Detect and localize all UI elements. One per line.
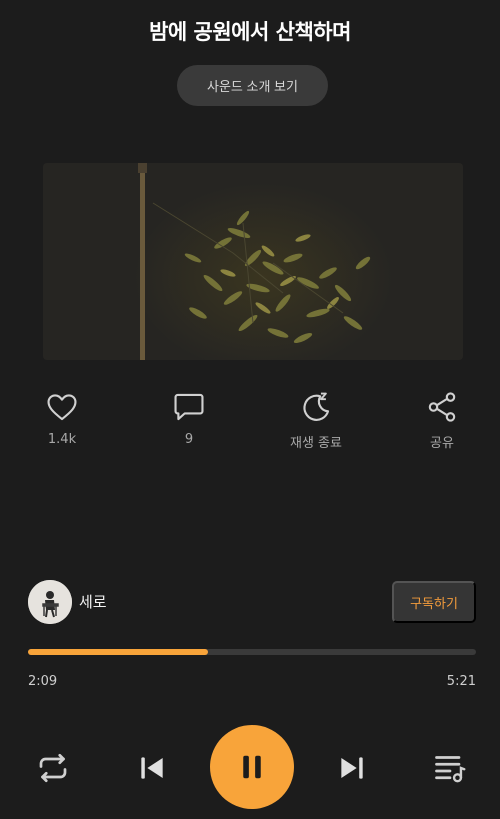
repeat-button[interactable]	[34, 750, 72, 786]
comment-action[interactable]: 9	[144, 390, 234, 447]
skip-previous-icon	[141, 757, 163, 779]
artist-avatar[interactable]	[28, 580, 72, 624]
artist-avatar-image	[28, 580, 72, 624]
sleep-timer-label: 재생 종료	[290, 436, 342, 451]
share-action[interactable]: 공유	[397, 390, 487, 451]
progress-fill	[28, 649, 209, 655]
previous-button[interactable]	[134, 750, 170, 786]
share-label: 공유	[430, 436, 454, 451]
current-time: 2:09	[28, 674, 58, 689]
sound-intro-button[interactable]: 사운드 소개 보기	[177, 65, 328, 106]
artist-row: 세로 구독하기	[28, 579, 476, 625]
comment-icon	[174, 393, 204, 421]
like-action[interactable]: 1.4k	[17, 390, 107, 447]
night-park-image	[43, 163, 463, 360]
cover-artwork	[43, 163, 463, 360]
progress-bar[interactable]	[28, 649, 476, 655]
action-bar: 1.4k 9 재생 종료 공유	[0, 390, 500, 460]
sound-title: 밤에 공원에서 산책하며	[149, 20, 351, 44]
artist-name[interactable]: 세로	[79, 591, 107, 612]
skip-next-icon	[341, 757, 363, 779]
repeat-icon	[39, 753, 67, 783]
share-icon	[428, 392, 456, 422]
playlist-icon	[435, 756, 466, 783]
pause-icon	[243, 755, 261, 779]
subscribe-button[interactable]: 구독하기	[392, 581, 476, 623]
next-button[interactable]	[334, 750, 370, 786]
playlist-button[interactable]	[431, 750, 469, 786]
playback-controls	[0, 725, 500, 815]
sleep-timer-action[interactable]: 재생 종료	[271, 390, 361, 451]
moon-sleep-icon	[303, 392, 330, 421]
total-time: 5:21	[446, 674, 476, 689]
pause-button[interactable]	[210, 725, 294, 809]
comment-count: 9	[184, 432, 194, 447]
like-count: 1.4k	[47, 432, 77, 447]
heart-icon	[47, 394, 77, 421]
